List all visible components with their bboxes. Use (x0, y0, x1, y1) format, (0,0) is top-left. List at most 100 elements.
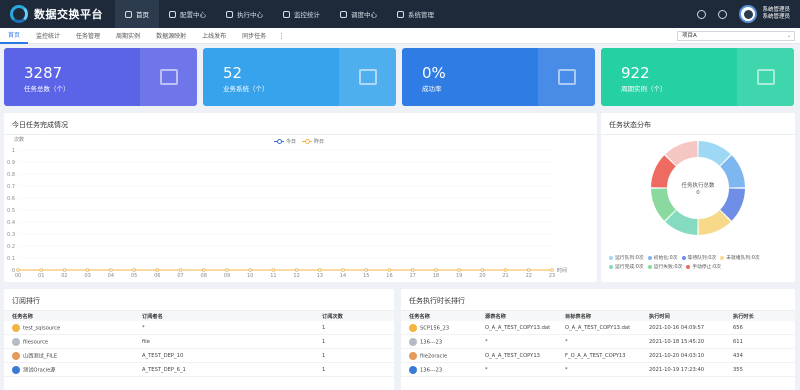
column-header[interactable]: 源表名称 (477, 313, 557, 320)
more-vertical-icon[interactable]: ⋮ (274, 32, 289, 40)
column-header[interactable]: 目标表名称 (557, 313, 641, 320)
column-header[interactable]: 执行时长 (725, 313, 795, 320)
topnav-item[interactable]: 调度中心 (330, 0, 387, 28)
topnav-item[interactable]: 监控统计 (273, 0, 330, 28)
table-row[interactable]: test_sqlsource * 1 (4, 321, 394, 335)
layers-icon (756, 69, 775, 85)
table-row[interactable]: 测试Oracle源 A_TEST_DEP_6_1 1 (4, 363, 394, 377)
table-row[interactable]: file2oracle O_A_A_TEST_COPY13 F_O_A_A_TEST… (401, 349, 795, 363)
series-point (86, 268, 90, 272)
column-header[interactable]: 订阅次数 (314, 313, 394, 320)
column-header[interactable]: 任务名称 (4, 313, 134, 320)
table-cell: 611 (725, 339, 795, 345)
stat-label: 周期实例（个） (621, 85, 667, 93)
app-logo[interactable]: 数据交换平台 (0, 5, 115, 23)
home-icon (125, 10, 132, 18)
panel-title: 今日任务完成情况 (12, 121, 68, 129)
donut-legend-item[interactable]: 手动停止:0次 (686, 263, 721, 270)
table-cell: * (557, 367, 641, 373)
stat-value: 922 (621, 64, 650, 82)
y-tick-label: 1 (12, 148, 15, 154)
table-cell: 2021-10-20 04:03:10 (641, 353, 725, 359)
donut-legend: 运行队列:0次 初始化:0次 等待队列:0次 未就绪队列:0次运行完成:0次 运行失败:… (609, 254, 789, 272)
column-header[interactable]: 任务名称 (401, 313, 477, 320)
tab-item[interactable]: 首页 (0, 28, 29, 44)
donut-legend-item[interactable]: 运行失败:0次 (647, 263, 682, 270)
table-cell: file2oracle (401, 351, 477, 360)
cell-text: 434 (733, 352, 743, 359)
cell-text: 2021-10-16 04:09:57 (649, 324, 705, 331)
table-cell: * (134, 325, 314, 331)
user-name: 系统管理员 (762, 14, 790, 20)
top-navigation-bar: 数据交换平台 首页 配置中心 执行中心 监控统计 调度中心 系统管理 系统管理员 系统管理… (0, 0, 800, 28)
rank-medal-icon (409, 323, 417, 332)
flag-icon (397, 10, 404, 18)
topnav-item[interactable]: 系统管理 (387, 0, 444, 28)
stat-card[interactable]: 52 业务系统（个） (203, 48, 396, 106)
tab-item[interactable]: 同步任务 (234, 28, 274, 44)
rank-medal-icon (409, 365, 417, 374)
donut-legend-item[interactable]: 运行队列:0次 (609, 254, 644, 261)
topnav-item[interactable]: 配置中心 (159, 0, 216, 28)
rank-medal-icon (409, 337, 417, 346)
legend-label: 未就绪队列:0次 (726, 256, 760, 261)
stat-label: 任务总数（个） (24, 85, 70, 93)
power-icon[interactable] (718, 9, 728, 19)
table-cell: 2021-10-16 04:09:57 (641, 325, 725, 331)
legend-label: 初始化:0次 (653, 256, 678, 261)
globe-icon[interactable] (697, 9, 707, 19)
table-row[interactable]: 136---23 * * 2021-10-19 17:23:40 355 (401, 363, 795, 377)
column-header[interactable]: 订阅者名 (134, 313, 314, 320)
tab-item[interactable]: 任务管理 (68, 28, 108, 44)
project-select[interactable]: 项目A ⌄ (677, 31, 795, 41)
donut-legend-item[interactable]: 运行完成:0次 (609, 263, 644, 270)
stat-card[interactable]: 3287 任务总数（个） (4, 48, 197, 106)
topnav-label: 调度中心 (351, 11, 377, 19)
duration-table: 任务名称 源表名称 目标表名称 执行时间 执行时长 SCP156_23 O_A_A_TEST… (401, 311, 795, 377)
legend-dot (609, 264, 613, 269)
stat-card[interactable]: 0% 成功率 (402, 48, 595, 106)
x-tick-label: 20 (479, 273, 485, 279)
grid-icon (169, 10, 176, 18)
stat-card[interactable]: 922 周期实例（个） (601, 48, 794, 106)
legend-label: 等待队列:0次 (687, 256, 717, 261)
table-cell: 434 (725, 353, 795, 359)
cell-text: 355 (733, 366, 743, 373)
tab-item[interactable]: 上线发布 (194, 28, 234, 44)
stat-icon-area (140, 48, 197, 106)
topnav-item[interactable]: 首页 (115, 0, 159, 28)
y-tick-label: 0.9 (7, 160, 15, 166)
stat-icon-area (339, 48, 396, 106)
x-axis-label: 时间 (557, 267, 567, 274)
tab-item[interactable]: 周期实例 (108, 28, 148, 44)
table-row[interactable]: filesource file 1 (4, 335, 394, 349)
table-cell: * (557, 339, 641, 345)
avatar[interactable] (739, 5, 758, 23)
series-point (248, 268, 252, 272)
donut-legend-item[interactable]: 等待队列:0次 (681, 254, 717, 261)
tab-item[interactable]: 数据源映射 (148, 28, 194, 44)
table-row[interactable]: 136---23 * * 2021-10-18 15:45:20 611 (401, 335, 795, 349)
table-cell: 2021-10-19 17:23:40 (641, 367, 725, 373)
x-tick-label: 01 (38, 273, 44, 279)
stat-label: 业务系统（个） (223, 85, 269, 93)
table-cell: 656 (725, 325, 795, 331)
table-row[interactable]: 山西测试_FILE A_TEST_DEP_10 1 (4, 349, 394, 363)
donut-legend-item[interactable]: 初始化:0次 (647, 254, 678, 261)
check-calendar-icon (557, 69, 576, 85)
stat-label: 成功率 (422, 85, 442, 93)
donut-legend-item[interactable]: 未就绪队列:0次 (720, 254, 760, 261)
series-point (178, 268, 183, 272)
column-header[interactable]: 执行时间 (641, 313, 725, 320)
legend-dot (609, 255, 613, 260)
table-cell: A_TEST_DEP_10 (134, 353, 314, 359)
rank-medal-icon (12, 337, 20, 346)
cell-text: 测试Oracle源 (23, 367, 56, 373)
topnav-item[interactable]: 执行中心 (216, 0, 273, 28)
table-row[interactable]: SCP156_23 O_A_A_TEST_COPY13.dat O_A_A_TEST… (401, 321, 795, 335)
table-cell: test_sqlsource (4, 323, 134, 332)
series-point (109, 268, 113, 272)
divider (601, 134, 795, 135)
status-donut-chart: 任务执行总数0 (651, 141, 745, 235)
tab-item[interactable]: 监控统计 (28, 28, 68, 44)
